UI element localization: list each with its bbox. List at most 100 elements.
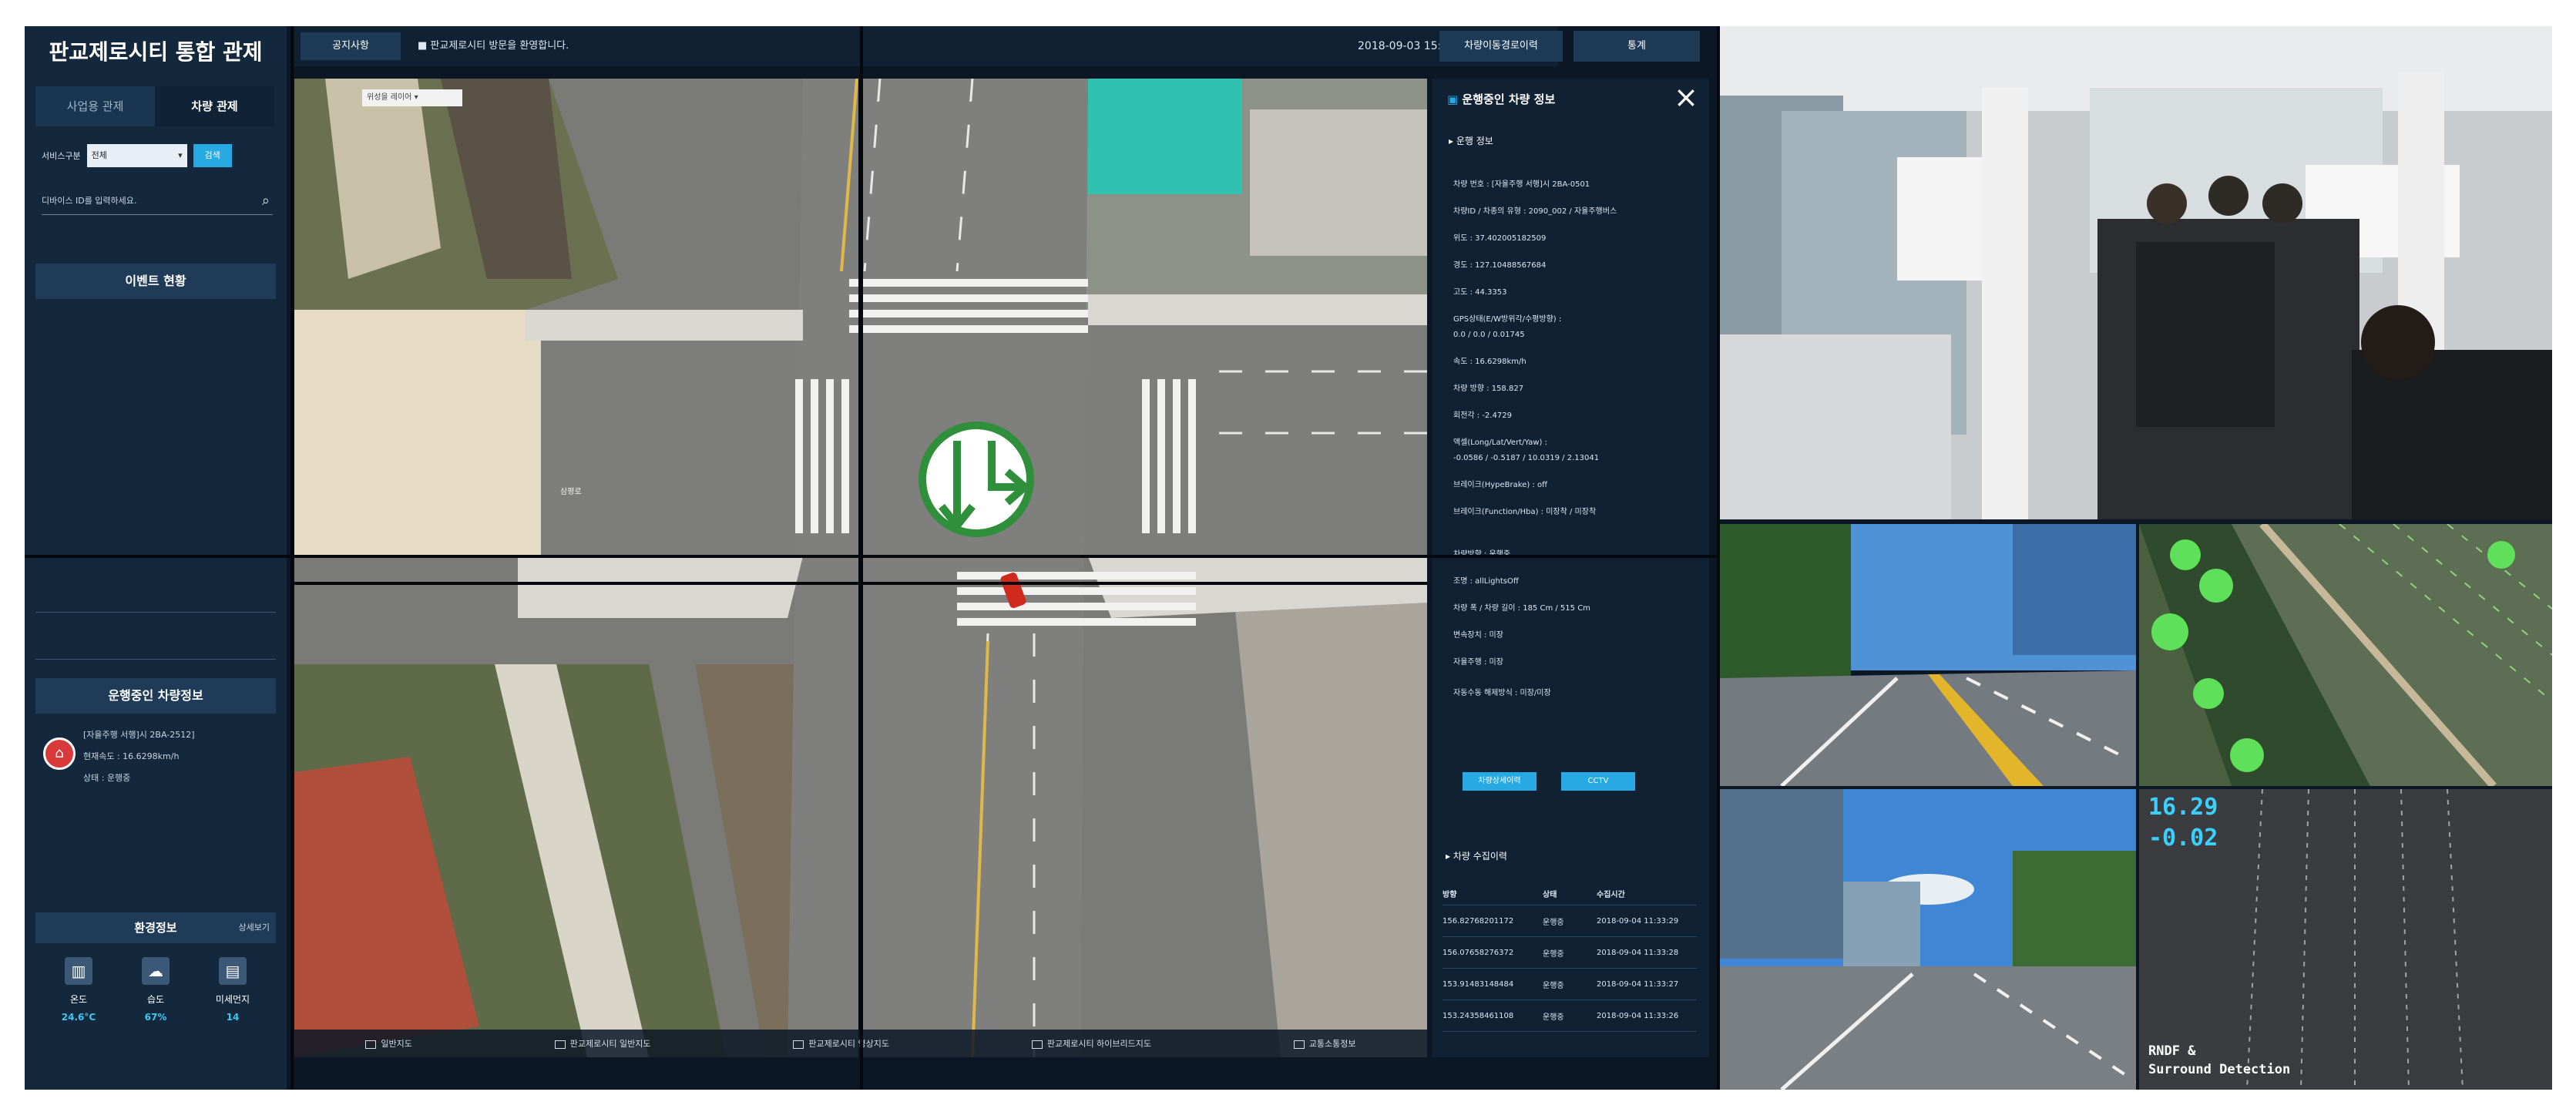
running-vehicle-header: 운행중인 차량정보 <box>35 678 276 714</box>
lidar-value-bottom: -0.02 <box>2148 825 2218 852</box>
statistics-button[interactable]: 통계 <box>1573 31 1700 62</box>
layer-zerocity-general-map[interactable]: 판교제로시티 일반지도 <box>554 1037 650 1050</box>
history-cell-status: 운행중 <box>1543 949 1564 959</box>
env-humidity-label: 습도 <box>146 994 165 1005</box>
top-bar: 공지사항 ■ 판교제로시티 방문을 환영합니다. 2018-09-03 15:2… <box>294 26 1558 66</box>
environment-info: 환경정보 상세보기 ▥ 온도 24.6°C ☁ 습도 67% ▤ 미세먼지 14 <box>35 912 276 1059</box>
vehicle-panel-title: ▣ 운행중인 차량 정보 <box>1447 92 1556 106</box>
vehicle-field: 변속장치 : 미장 <box>1453 631 1503 640</box>
cabin-camera-feed <box>1720 26 2552 519</box>
map-layer-select-value: 위성을 레이어 <box>367 93 412 102</box>
history-cell-heading: 153.91483148484 <box>1442 979 1514 989</box>
vehicle-field: 조명 : allLightsOff <box>1453 577 1519 586</box>
map-layer-select[interactable]: 위성을 레이어 ▾ <box>362 89 462 106</box>
vehicle-field: 차량 방향 : 158.827 <box>1453 385 1524 393</box>
tab-vehicle-control[interactable]: 차량 관제 <box>155 86 274 126</box>
notice-text: ■ 판교제로시티 방문을 환영합니다. <box>418 40 569 52</box>
environment-detail-link[interactable]: 상세보기 <box>239 912 270 943</box>
service-select-value: 전체 <box>91 150 107 160</box>
history-cell-time: 2018-09-04 11:33:26 <box>1597 1011 1679 1020</box>
vehicle-field: 고도 : 44.3353 <box>1453 288 1507 297</box>
thermometer-icon: ▥ <box>65 957 92 985</box>
service-select[interactable]: 전체 ▾ <box>86 144 187 167</box>
env-dust-value: 14 <box>226 1012 240 1023</box>
rear-camera-image <box>1720 789 2136 1090</box>
history-cell-status: 운행중 <box>1543 1013 1564 1022</box>
running-vehicle-item[interactable]: ⌂ [자율주행 서행]시 2BA-2512] 현재속도 : 16.6298km/… <box>35 724 276 808</box>
layer-zerocity-hybrid-map[interactable]: 판교제로시티 하이브리드지도 <box>1031 1037 1151 1050</box>
lidar-value-top: 16.29 <box>2148 794 2218 821</box>
history-col-status: 상태 <box>1543 890 1557 899</box>
history-cell-time: 2018-09-04 11:33:27 <box>1597 979 1679 989</box>
env-dust-label: 미세먼지 <box>215 994 250 1005</box>
cctv-button[interactable]: CCTV <box>1561 772 1635 791</box>
env-temperature-label: 온도 <box>69 994 88 1005</box>
vehicle-field: -0.0586 / -0.5187 / 10.0319 / 2.13041 <box>1453 454 1600 462</box>
vehicle-field: 위도 : 37.402005182509 <box>1453 234 1547 243</box>
app-title: 판교제로시티 통합 관제 <box>49 39 263 65</box>
left-panel: 판교제로시티 통합 관제 사업용 관제 차량 관제 서비스구분 전체 ▾ 검색 … <box>25 26 287 1090</box>
vehicle-field: 0.0 / 0.0 / 0.01745 <box>1453 331 1525 339</box>
bezel <box>1717 26 1720 1090</box>
vehicle-route-history-button[interactable]: 차량이동경로이력 <box>1439 31 1563 62</box>
vehicle-field: 차량 번호 : [자율주행 서행]시 2BA-0501 <box>1453 180 1590 189</box>
vehicle-field: 차량ID / 차종의 유형 : 2090_002 / 자율주행버스 <box>1453 207 1617 216</box>
front-camera-feed <box>1720 524 2136 786</box>
environment-title: 환경정보 <box>134 921 177 935</box>
lidar-caption-line1: RNDF & <box>2148 1043 2196 1059</box>
vehicle-field: 브레이크(HypeBrake) : off <box>1453 481 1547 489</box>
lidar-caption-line2: Surround Detection <box>2148 1062 2291 1077</box>
operation-info-header: ▸ 운행 정보 <box>1449 136 1493 146</box>
env-humidity: ☁ 습도 67% <box>117 957 194 1050</box>
layer-zerocity-image-map[interactable]: 판교제로시티 영상지도 <box>793 1037 889 1050</box>
vehicle-field: 자율주행 : 미장 <box>1453 658 1503 667</box>
vehicle-status: 상태 : 운행중 <box>83 773 131 783</box>
history-row[interactable]: 156.82768201172 운행중 2018-09-04 11:33:29 <box>1442 905 1697 937</box>
bezel <box>291 26 294 1090</box>
vehicle-field: 자동수동 해제방식 : 미장/미장 <box>1453 689 1551 697</box>
layer-traffic-info[interactable]: 교통소통정보 <box>1293 1037 1356 1050</box>
env-dust: ▤ 미세먼지 14 <box>194 957 271 1050</box>
event-status-header: 이벤트 현황 <box>35 264 276 299</box>
history-cell-status: 운행중 <box>1543 918 1564 927</box>
vehicle-field: 브레이크(Function/Hba) : 미장착 / 미장착 <box>1453 508 1597 516</box>
history-row[interactable]: 153.91483148484 운행중 2018-09-04 11:33:27 <box>1442 969 1697 1000</box>
service-search-button[interactable]: 검색 <box>193 144 232 167</box>
collection-history-title: ▸ 차량 수집이력 <box>1446 851 1507 862</box>
env-humidity-value: 67% <box>144 1012 167 1023</box>
cabin-camera-image <box>1720 26 2552 519</box>
history-header-row: 방향 상태 수집시간 <box>1442 882 1697 905</box>
history-cell-heading: 153.24358461108 <box>1442 1011 1514 1020</box>
history-row[interactable]: 153.24358461108 운행중 2018-09-04 11:33:26 <box>1442 1000 1697 1032</box>
history-cell-time: 2018-09-04 11:33:29 <box>1597 916 1679 926</box>
vehicle-field: 차량 폭 / 차량 길이 : 185 Cm / 515 Cm <box>1453 604 1590 613</box>
history-row[interactable]: 156.07658276372 운행중 2018-09-04 11:33:28 <box>1442 937 1697 969</box>
collection-history-table: 방향 상태 수집시간 156.82768201172 운행중 2018-09-04 … <box>1442 882 1697 1032</box>
history-cell-time: 2018-09-04 11:33:28 <box>1597 948 1679 957</box>
search-icon[interactable]: ⌕ <box>262 188 270 214</box>
vehicle-detail-panel: ▣ 운행중인 차량 정보 × ▸ 운행 정보 차량 번호 : [자율주행 서행]… <box>1432 79 1709 1057</box>
bezel <box>860 26 863 1090</box>
close-icon[interactable]: × <box>1674 82 1698 113</box>
lidar-feed: 16.29 -0.02 RNDF & Surround Detection <box>2139 789 2552 1090</box>
vehicle-detail-history-button[interactable]: 차량상세이력 <box>1463 772 1537 791</box>
vehicle-field: 회전각 : -2.4729 <box>1453 412 1512 420</box>
tab-business-control[interactable]: 사업용 관제 <box>35 86 155 126</box>
bezel <box>25 555 1717 558</box>
vehicle-field: 액셀(Long/Lat/Vert/Yaw) : <box>1453 438 1547 447</box>
aerial-camera-feed <box>2139 524 2552 786</box>
history-cell-status: 운행중 <box>1543 981 1564 990</box>
service-filter: 서비스구분 전체 ▾ 검색 <box>42 142 273 170</box>
vehicle-field: 경도 : 127.10488567684 <box>1453 261 1547 270</box>
front-camera-image <box>1720 524 2136 786</box>
service-label: 서비스구분 <box>42 151 81 161</box>
dust-icon: ▤ <box>219 957 247 985</box>
vehicle-field: GPS상태(E/W방위각/수평방향) : <box>1453 315 1562 324</box>
rear-camera-feed <box>1720 789 2136 1090</box>
layer-general-map[interactable]: 일반지도 <box>365 1037 412 1050</box>
video-wall: 판교제로시티 통합 관제 사업용 관제 차량 관제 서비스구분 전체 ▾ 검색 … <box>25 26 2552 1090</box>
history-cell-heading: 156.07658276372 <box>1442 948 1514 957</box>
cloud-icon: ☁ <box>142 957 170 985</box>
device-search-input[interactable]: 디바이스 ID를 입력하세요. ⌕ <box>42 188 273 215</box>
notice-button[interactable]: 공지사항 <box>301 32 401 60</box>
